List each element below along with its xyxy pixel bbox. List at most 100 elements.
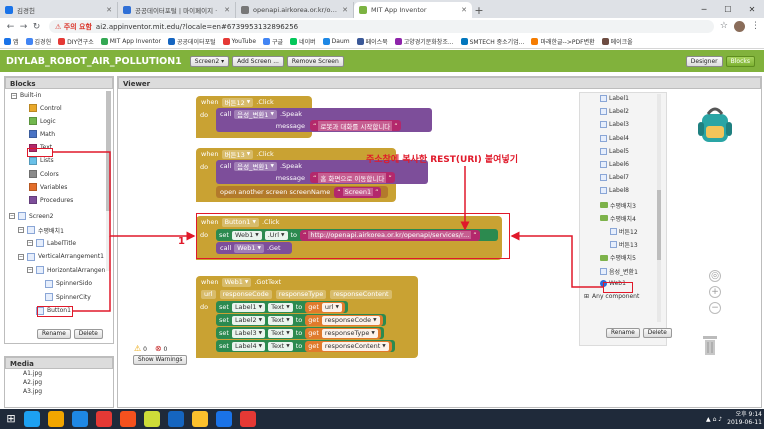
bookmark-item[interactable]: 메이크올 [601,37,633,46]
close-window-icon[interactable]: ✕ [740,0,764,18]
tree-scrollbar[interactable] [106,91,111,271]
browser-tab[interactable]: MIT App Inventor ✕ [354,2,472,18]
new-tab-button[interactable]: + [472,2,486,18]
set-label-text-block[interactable]: set Label1 ▼ Text ▼ to get url ▼ [216,301,348,313]
builtin-drawer-procedures[interactable]: Procedures [29,196,73,205]
taskbar-app-icon[interactable] [192,411,208,427]
collapse-icon[interactable]: − [27,240,33,246]
component-node[interactable]: SpinnerSido [36,279,92,288]
set-label-text-block[interactable]: set Label3 ▼ Text ▼ to get responseType ▼ [216,327,384,339]
screen-select-button[interactable]: Screen2 ▾ [189,55,230,67]
taskbar-app-icon[interactable] [144,411,160,427]
builtin-drawer-logic[interactable]: Logic [29,117,56,126]
menu-icon[interactable]: ⋮ [751,21,760,32]
component-dropdown[interactable]: 버튼12 ▼ [221,97,254,107]
forward-icon[interactable]: → [17,22,30,32]
set-label-text-block[interactable]: set Label4 ▼ Text ▼ to get responseContent ▼ [216,340,395,352]
event-parameter[interactable]: responseCode [219,289,272,299]
builtin-drawer-lists[interactable]: Lists [29,156,54,165]
drawer-component-label[interactable]: Label7 [600,174,629,182]
builtin-drawer-control[interactable]: Control [29,104,62,112]
media-item[interactable]: A3.jpg [5,387,113,396]
expand-icon[interactable]: ⊞ [584,293,589,300]
taskbar-app-icon[interactable] [120,411,136,427]
recenter-icon[interactable]: ◎ [709,270,721,282]
collapse-icon[interactable]: − [18,253,24,260]
bookmark-item[interactable]: 마래한글-->PDF변환 [531,37,595,46]
taskbar-app-icon[interactable] [216,411,232,427]
tab-close-icon[interactable]: ✕ [342,6,348,14]
drawer-component-label[interactable]: Label8 [600,187,629,195]
tab-close-icon[interactable]: ✕ [224,6,230,14]
bookmark-item[interactable]: DIY연구소 [58,37,94,46]
drawer-component-label[interactable]: Label1 [600,95,629,102]
bookmark-item[interactable]: 고양경기문화창조... [394,37,454,46]
label-dropdown[interactable]: Label4 ▼ [231,341,266,351]
taskbar-app-icon[interactable] [240,411,256,427]
event-parameter[interactable]: url [201,289,216,299]
drawer-scrollbar[interactable] [657,94,661,322]
label-dropdown[interactable]: Label2 ▼ [231,315,266,325]
drawer-component-folder[interactable]: 수평배치3 [600,201,636,210]
maximize-icon[interactable]: ☐ [716,0,740,18]
browser-tab[interactable]: 공공데이터포털 | 마이페이지 · ✕ [118,2,236,18]
tab-close-icon[interactable]: ✕ [461,6,467,14]
label-dropdown[interactable]: Label1 ▼ [231,302,266,312]
backpack-icon[interactable] [696,104,734,146]
get-parameter-block[interactable]: get url ▼ [305,301,345,313]
collapse-icon[interactable]: − [9,213,15,219]
bookmark-item[interactable]: 공공데이터포털 [167,37,216,46]
taskbar-app-icon[interactable] [72,411,88,427]
delete-button[interactable]: Delete [73,329,103,339]
open-another-screen-block[interactable]: open another screen screenName “Screen1” [216,186,388,198]
text-property-dropdown[interactable]: Text ▼ [268,341,293,351]
designer-button[interactable]: Designer [685,55,723,67]
component-node[interactable]: − 수평배치1 [18,226,64,235]
taskbar-app-icon[interactable] [48,411,64,427]
builtin-node[interactable]: − Built-in [11,92,41,99]
add-screen-button[interactable]: Add Screen ... [232,55,284,67]
tab-close-icon[interactable]: ✕ [106,6,112,14]
bookmark-item[interactable]: MIT App Inventor [100,38,161,45]
taskbar-app-icon[interactable] [24,411,40,427]
component-node[interactable]: − LabelTitle [27,239,76,247]
drawer-component-label[interactable]: Label4 [600,134,629,142]
taskbar-app-icon[interactable] [96,411,112,427]
drawer-component-label[interactable]: Label3 [600,121,629,129]
text-property-dropdown[interactable]: Text ▼ [268,328,293,338]
bookmark-item[interactable]: 앱 [4,37,19,46]
show-warnings-button[interactable]: Show Warnings [133,355,188,365]
drawer-component-label[interactable]: 버튼13 [610,240,638,249]
media-item[interactable]: A2.jpg [5,378,113,387]
zoom-out-icon[interactable]: − [709,302,721,314]
tray-icons[interactable]: ▲ ⌂ ♪ [706,416,722,423]
screen-text-block[interactable]: “Screen1” [334,186,382,198]
reload-icon[interactable]: ↻ [30,22,43,32]
bookmark-item[interactable]: YouTube [222,38,256,45]
drawer-component-folder[interactable]: 수평배치5 [600,253,636,262]
builtin-drawer-colors[interactable]: Colors [29,170,59,178]
browser-tab[interactable]: 김경헌 ✕ [0,2,118,18]
builtin-drawer-variables[interactable]: Variables [29,183,67,192]
get-parameter-block[interactable]: get responseContent ▼ [305,340,392,352]
minimize-icon[interactable]: ─ [692,0,716,18]
label-dropdown[interactable]: Label3 ▼ [231,328,266,338]
collapse-icon[interactable]: − [27,267,33,273]
bookmark-item[interactable]: 네이버 [290,37,316,46]
component-node[interactable]: − VerticalArrangement1 [18,252,104,261]
event-parameter[interactable]: responseContent [330,289,392,299]
builtin-drawer-math[interactable]: Math [29,130,55,139]
text-block-1[interactable]: “로봇과 대화를 시작합니다” [310,120,401,131]
call-speak-block-1[interactable]: call 음성_변환1 ▼ .Speak message “로봇과 대화를 시작합… [216,108,432,132]
get-parameter-block[interactable]: get responseCode ▼ [305,314,383,326]
set-label-text-block[interactable]: set Label2 ▼ Text ▼ to get responseCode ▼ [216,314,386,326]
bookmark-star-icon[interactable]: ☆ [720,21,728,32]
component-dropdown[interactable]: Web1 ▼ [221,277,252,287]
bookmark-item[interactable]: SMTECH 중소기업... [460,37,524,46]
url-omnibox[interactable]: ⚠ 주의 요함 ai2.appinventor.mit.edu/?locale=… [49,20,714,33]
target-dropdown[interactable]: 음성_변환1 ▼ [234,161,277,171]
text-block-2[interactable]: “홈 화면으로 이동합니다” [310,172,395,183]
bookmark-item[interactable]: 페이스북 [356,37,388,46]
profile-avatar[interactable] [734,21,745,32]
event-parameter[interactable]: responseType [275,289,327,299]
